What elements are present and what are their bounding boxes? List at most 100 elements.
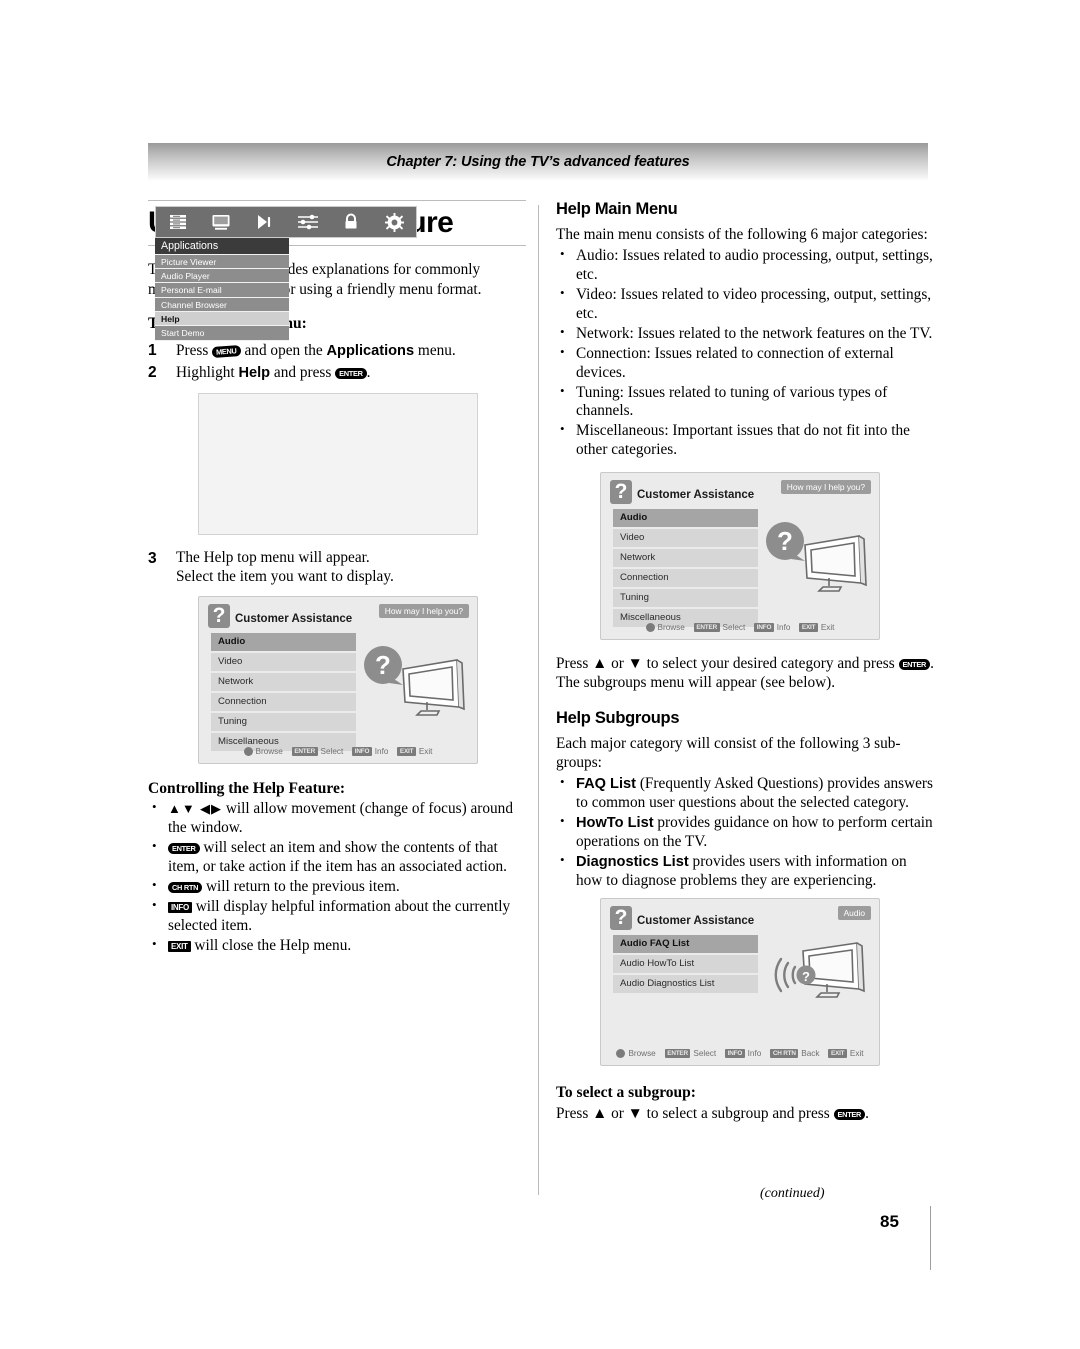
exit-key-icon: EXIT <box>397 747 416 757</box>
menu-key-icon: MENU <box>211 344 242 358</box>
step-text-before: Press <box>176 341 209 359</box>
category-item-tuning[interactable]: Tuning <box>613 589 758 607</box>
footer-back[interactable]: CH RTN Back <box>770 1049 819 1059</box>
footer-info[interactable]: INFO Info <box>725 1049 761 1059</box>
info-key-icon: INFO <box>352 747 372 757</box>
category-item-video[interactable]: Video <box>613 529 758 547</box>
enter-key-icon: ENTER <box>168 843 200 855</box>
category-item-audio[interactable]: Audio <box>211 633 356 651</box>
category-item-network[interactable]: Network <box>613 549 758 567</box>
play-sound-icon[interactable] <box>243 213 286 231</box>
howto-list-bold: HowTo List <box>576 814 654 831</box>
monitor-icon[interactable] <box>199 213 242 231</box>
customer-assistance-title: Customer Assistance <box>637 489 755 502</box>
info-key-icon: INFO <box>725 1049 745 1059</box>
select-subgroup-heading: To select a subgroup: <box>556 1084 696 1102</box>
lock-icon[interactable] <box>329 213 372 231</box>
footer-browse[interactable]: Browse <box>645 623 685 633</box>
continued-label: (continued) <box>760 1186 825 1201</box>
list-icon[interactable] <box>156 213 199 231</box>
category-item-video[interactable]: Video <box>211 653 356 671</box>
step-3-line-2: Select the item you want to display. <box>176 567 394 585</box>
svg-text:?: ? <box>375 650 391 680</box>
customer-assistance-screenshot-right: ? Customer Assistance How may I help you… <box>600 472 880 641</box>
diagnostics-list-bold: Diagnostics List <box>576 853 689 870</box>
page-number-rule <box>930 1206 931 1270</box>
step-1: 1 Press MENU and open the Applications m… <box>148 341 526 361</box>
step-3-line-1: The Help top menu will appear. <box>176 548 370 566</box>
subgroup-item-audio-howto-list[interactable]: Audio HowTo List <box>613 955 758 973</box>
enter-key-icon: ENTER <box>693 623 720 633</box>
footer-browse[interactable]: Browse <box>243 747 283 757</box>
manual-page: Chapter 7: Using the TV’s advanced featu… <box>0 0 1080 1349</box>
footer-select[interactable]: ENTER Select <box>693 623 745 633</box>
subgroups-appear-text: The subgroups menu will appear (see belo… <box>556 674 836 692</box>
footer-label: Exit <box>849 1049 864 1059</box>
menu-item-audio-player[interactable]: Audio Player <box>155 268 289 284</box>
step-text: The Help top menu will appear. Select th… <box>176 549 526 586</box>
category-list: Audio Video Network Connection Tuning Mi… <box>211 633 356 753</box>
subgroup-item-audio-faq-list[interactable]: Audio FAQ List <box>613 935 758 953</box>
footer-exit[interactable]: EXIT Exit <box>397 747 433 757</box>
footer-select[interactable]: ENTER Select <box>291 747 344 757</box>
footer-select[interactable]: ENTER Select <box>664 1049 717 1059</box>
step-number: 3 <box>148 549 157 567</box>
title-rule-top <box>148 200 526 201</box>
step-number: 2 <box>148 364 157 382</box>
question-mark-badge-icon: ? <box>610 906 632 931</box>
footer-info[interactable]: INFO Info <box>352 747 389 757</box>
dpad-icon <box>243 747 253 757</box>
page-number: 85 <box>880 1212 899 1231</box>
category-item-connection[interactable]: Connection <box>613 569 758 587</box>
bullet-exit: EXIT will close the Help menu. <box>148 936 526 956</box>
press-category-paragraph: Press ▲ or ▼ to select your desired cate… <box>556 655 934 692</box>
footer-label: Select <box>693 1049 717 1059</box>
footer-exit[interactable]: EXIT Exit <box>799 623 834 633</box>
subgroup-bullets: FAQ List (Frequently Asked Questions) pr… <box>556 774 934 891</box>
menu-item-picture-viewer[interactable]: Picture Viewer <box>155 254 289 269</box>
footer-info[interactable]: INFO Info <box>754 623 790 633</box>
bullet-arrows: ▲▼ ◀▶ will allow movement (change of foc… <box>148 799 526 838</box>
enter-key-icon: ENTER <box>664 1049 691 1059</box>
step-3-group: 3 The Help top menu will appear. Select … <box>148 549 526 586</box>
question-mark-badge-icon: ? <box>610 480 632 505</box>
bullet-text: will select an item and show the content… <box>168 839 507 875</box>
bullet-text: will display helpful information about t… <box>168 897 511 934</box>
category-item-audio[interactable]: Audio <box>613 509 758 527</box>
footer-label: Select <box>320 747 344 757</box>
menu-item-personal-email[interactable]: Personal E-mail <box>155 283 289 298</box>
category-bullet-video: Video: Issues related to video processin… <box>556 285 934 324</box>
menu-item-channel-browser[interactable]: Channel Browser <box>155 297 289 313</box>
subgroup-item-audio-diagnostics-list[interactable]: Audio Diagnostics List <box>613 975 758 993</box>
menu-item-help[interactable]: Help <box>155 312 289 327</box>
applications-menu-header: Applications <box>155 238 289 255</box>
television-icon <box>402 659 465 717</box>
category-item-connection[interactable]: Connection <box>211 693 356 711</box>
subgroup-bullet-diagnostics: Diagnostics List provides users with inf… <box>556 852 934 891</box>
select-subgroup-period: . <box>865 1105 869 1123</box>
bullet-chrtn: CH RTN will return to the previous item. <box>148 877 526 897</box>
footer-label: Exit <box>418 747 433 757</box>
faq-list-bold: FAQ List <box>576 776 636 793</box>
tv-illustration: ? <box>359 639 471 727</box>
footer-browse[interactable]: Browse <box>616 1049 656 1059</box>
menu-item-start-demo[interactable]: Start Demo <box>155 326 289 341</box>
help-prompt-pill: How may I help you? <box>378 604 469 619</box>
customer-assistance-title: Customer Assistance <box>637 915 755 928</box>
customer-assistance-title: Customer Assistance <box>235 613 353 626</box>
footer-label: Browse <box>657 623 685 633</box>
footer-label: Info <box>374 747 389 757</box>
customer-assistance-screenshot-left: ? Customer Assistance How may I help you… <box>198 596 478 765</box>
left-column: Using the Help feature The Help feature … <box>148 200 526 963</box>
category-bullet-connection: Connection: Issues related to connection… <box>556 344 934 383</box>
sliders-icon[interactable] <box>286 213 329 231</box>
audio-category-pill: Audio <box>837 906 871 921</box>
category-item-tuning[interactable]: Tuning <box>211 713 356 731</box>
gear-icon[interactable] <box>373 212 416 232</box>
info-key-icon: INFO <box>754 623 774 633</box>
footer-exit[interactable]: EXIT Exit <box>828 1049 864 1059</box>
enter-key-icon: ENTER <box>833 1109 866 1121</box>
arrow-keys-glyph: ▲▼ ◀▶ <box>168 801 222 817</box>
help-subgroups-heading: Help Subgroups <box>556 708 680 727</box>
category-item-network[interactable]: Network <box>211 673 356 691</box>
